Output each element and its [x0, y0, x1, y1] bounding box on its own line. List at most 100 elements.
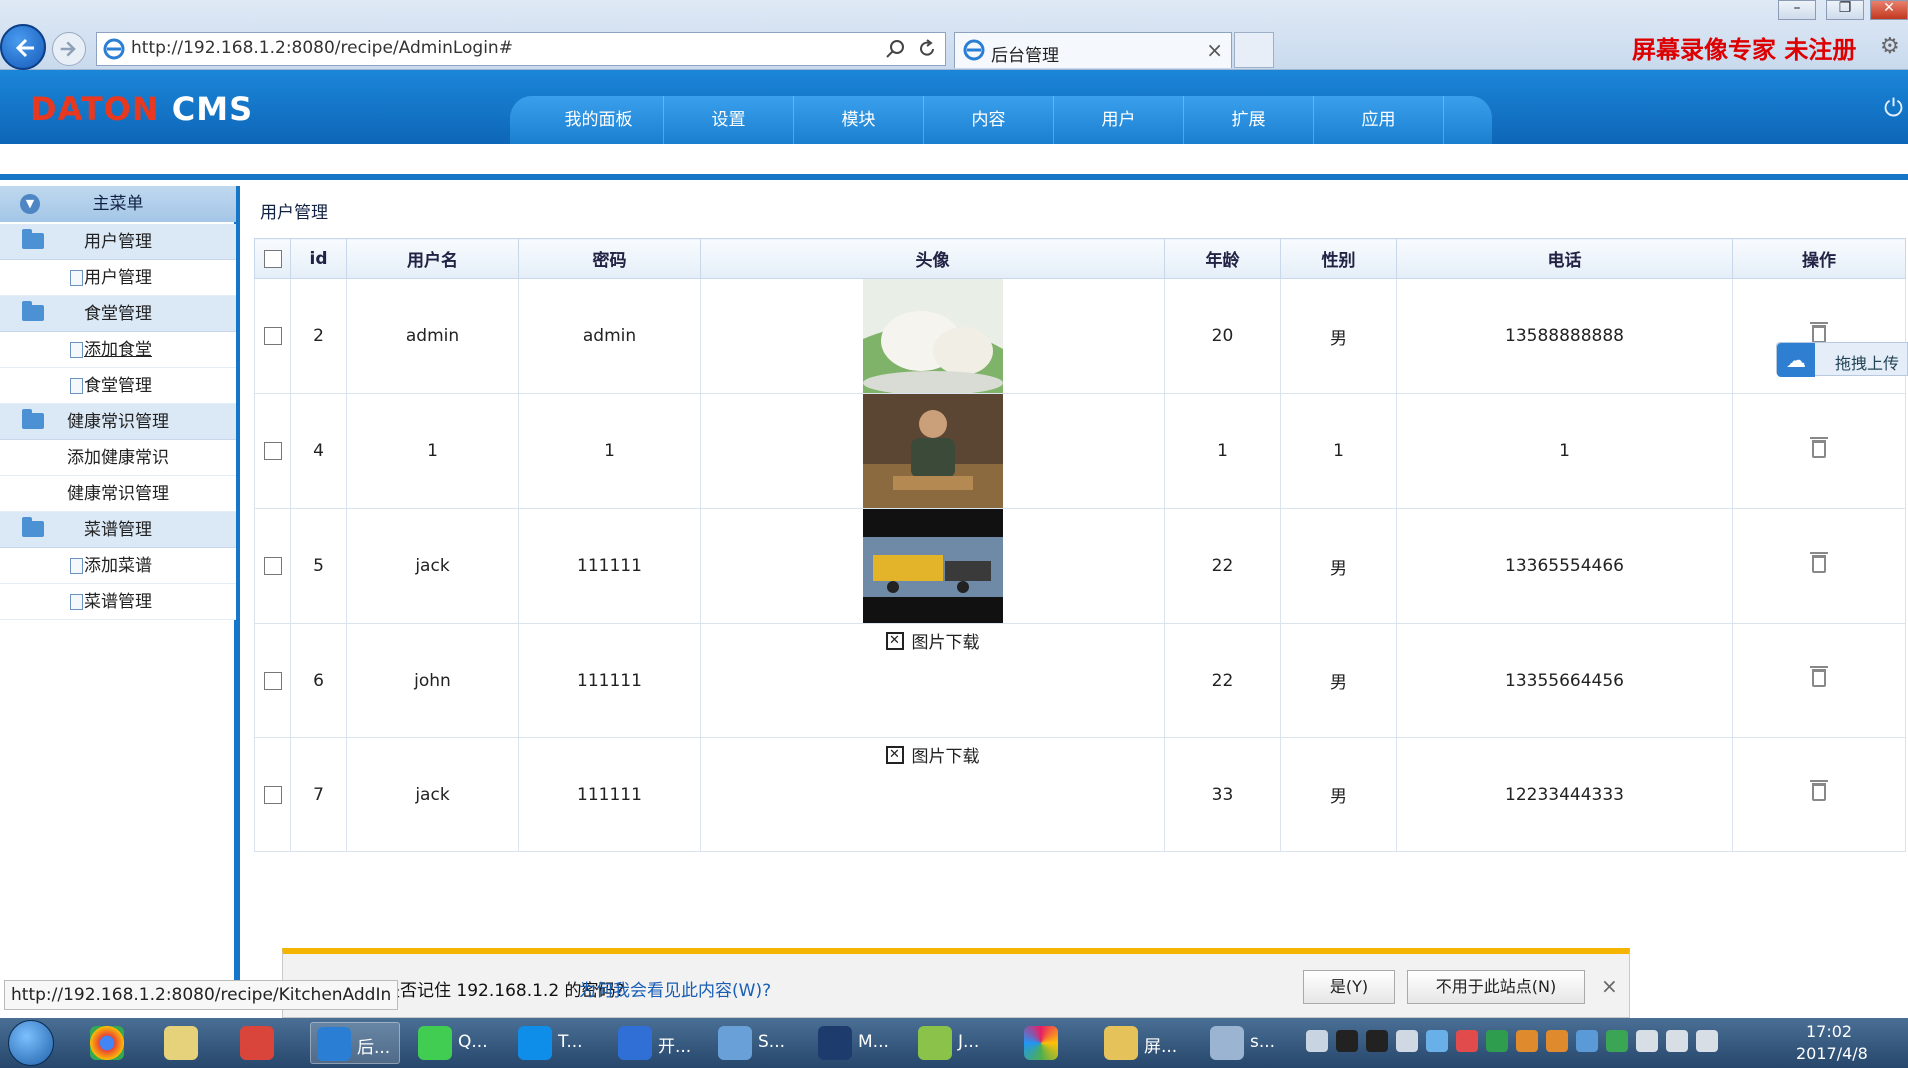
sidebar-group-health-mgmt[interactable]: 健康常识管理: [0, 404, 236, 440]
maximize-button[interactable]: ❐: [1826, 0, 1864, 20]
taskbar-pdf-tool[interactable]: [234, 1022, 290, 1064]
table-row: 2 admin admin 20 男 13588888888: [254, 278, 1906, 394]
cell-actions: [1732, 623, 1906, 738]
sidebar-group-label: 食堂管理: [84, 304, 152, 324]
row-checkbox[interactable]: [263, 442, 282, 460]
trash-icon[interactable]: [1810, 780, 1828, 801]
gear-icon[interactable]: ⚙: [1880, 34, 1900, 59]
volume-icon[interactable]: [1696, 1030, 1718, 1052]
trash-icon[interactable]: [1810, 666, 1828, 687]
row-checkbox[interactable]: [263, 327, 282, 345]
sidebar-group-user-mgmt[interactable]: 用户管理: [0, 224, 236, 260]
col-username[interactable]: 用户名: [346, 238, 519, 279]
row-checkbox[interactable]: [263, 557, 282, 575]
clock-time[interactable]: 17:02: [1806, 1022, 1852, 1041]
minimize-button[interactable]: –: [1778, 0, 1816, 20]
cell-gender: 男: [1280, 623, 1397, 738]
taskbar-app-search[interactable]: s...: [1204, 1022, 1294, 1064]
shield-icon[interactable]: [1606, 1030, 1628, 1052]
sidebar-group-recipe-mgmt[interactable]: 菜谱管理: [0, 512, 236, 548]
notes-icon[interactable]: [1396, 1030, 1418, 1052]
address-bar[interactable]: http://192.168.1.2:8080/recipe/AdminLogi…: [96, 32, 946, 66]
never-for-site-button[interactable]: 不用于此站点(N): [1407, 970, 1585, 1004]
table-row: 6 john 111111 ✕ 图片下载 22 男 13355664456: [254, 623, 1906, 738]
close-window-button[interactable]: ✕: [1870, 0, 1908, 20]
pen-icon: [164, 1026, 198, 1060]
keyboard-icon[interactable]: [1306, 1030, 1328, 1052]
app-tray-icon[interactable]: [1456, 1030, 1478, 1052]
signal-icon[interactable]: [1666, 1030, 1688, 1052]
taskbar-app-teamviewer[interactable]: T...: [512, 1022, 602, 1064]
taskbar-app-wps[interactable]: 开...: [612, 1022, 702, 1064]
col-actions[interactable]: 操作: [1732, 238, 1906, 279]
start-button[interactable]: [8, 1020, 54, 1066]
col-id[interactable]: id: [290, 238, 347, 279]
col-gender[interactable]: 性别: [1280, 238, 1397, 279]
sidebar-group-canteen-mgmt[interactable]: 食堂管理: [0, 296, 236, 332]
sidebar-item-user-mgmt[interactable]: 用户管理: [0, 260, 236, 296]
sidebar-item-add-recipe[interactable]: 添加菜谱: [0, 548, 236, 584]
taskbar-pinwheel[interactable]: [1018, 1022, 1074, 1064]
taskbar-app-qt[interactable]: Q...: [412, 1022, 502, 1064]
trash-icon[interactable]: [1810, 436, 1828, 458]
taskbar-app-ie[interactable]: 后...: [310, 1022, 400, 1064]
sidebar-main-menu[interactable]: ▼ 主菜单: [0, 186, 236, 222]
taskbar-pen-tool[interactable]: [158, 1022, 214, 1064]
back-button[interactable]: [0, 24, 46, 70]
nav-tab-modules[interactable]: 模块: [794, 96, 924, 144]
qq-icon[interactable]: [1366, 1030, 1388, 1052]
prompt-close-icon[interactable]: ×: [1601, 974, 1618, 998]
app-tray-icon[interactable]: [1546, 1030, 1568, 1052]
taskbar-app-folder[interactable]: 屏...: [1098, 1022, 1194, 1064]
remember-yes-button[interactable]: 是(Y): [1303, 970, 1395, 1004]
forward-button[interactable]: [52, 32, 86, 66]
sidebar-item-health-mgmt[interactable]: 健康常识管理: [0, 476, 236, 512]
cloud-icon[interactable]: [1576, 1030, 1598, 1052]
sidebar-item-add-health[interactable]: 添加健康常识: [0, 440, 236, 476]
app-tray-icon[interactable]: [1516, 1030, 1538, 1052]
clock-date[interactable]: 2017/4/8: [1796, 1044, 1868, 1063]
address-text[interactable]: http://192.168.1.2:8080/recipe/AdminLogi…: [131, 38, 513, 58]
col-age[interactable]: 年龄: [1164, 238, 1281, 279]
trash-icon[interactable]: [1810, 321, 1828, 343]
wps-icon: [618, 1026, 652, 1060]
row-checkbox[interactable]: [263, 785, 282, 804]
sidebar-item-canteen-mgmt[interactable]: 食堂管理: [0, 368, 236, 404]
taskbar-chrome[interactable]: [84, 1022, 140, 1064]
sidebar-main-label: 主菜单: [92, 194, 144, 214]
search-icon[interactable]: [885, 39, 905, 59]
taskbar-app-myeclipse[interactable]: M...: [812, 1022, 902, 1064]
nav-tab-extensions[interactable]: 扩展: [1184, 96, 1314, 144]
app-tray-icon[interactable]: [1486, 1030, 1508, 1052]
taskbar-app-sqlyog[interactable]: S...: [712, 1022, 802, 1064]
row-checkbox[interactable]: [263, 671, 282, 690]
sidebar-item-label: 食堂管理: [84, 376, 152, 396]
select-all-checkbox[interactable]: [263, 249, 282, 268]
power-icon[interactable]: ⏻: [1884, 94, 1903, 122]
nav-tab-settings[interactable]: 设置: [664, 96, 794, 144]
drag-upload-button[interactable]: ☁ 拖拽上传: [1776, 342, 1908, 377]
password-prompt-why-link[interactable]: 为何我会看见此内容(W)?: [579, 976, 771, 1001]
col-password[interactable]: 密码: [518, 238, 701, 279]
row-select-cell: [254, 278, 291, 394]
nav-tab-users[interactable]: 用户: [1054, 96, 1184, 144]
nav-tab-apps[interactable]: 应用: [1314, 96, 1444, 144]
taskbar-app-json[interactable]: J...: [912, 1022, 1002, 1064]
browser-tab[interactable]: 后台管理 ×: [954, 32, 1232, 68]
qq-icon[interactable]: [1336, 1030, 1358, 1052]
nav-tab-dashboard[interactable]: 我的面板: [534, 96, 664, 144]
power-plug-icon[interactable]: [1636, 1030, 1658, 1052]
tab-close-icon[interactable]: ×: [1206, 38, 1223, 62]
refresh-icon[interactable]: [917, 39, 937, 59]
cell-avatar: ✕ 图片下载: [700, 737, 1165, 852]
qt-icon: [418, 1026, 452, 1060]
broken-image-icon: ✕: [885, 745, 904, 764]
col-phone[interactable]: 电话: [1396, 238, 1733, 279]
sidebar-item-recipe-mgmt[interactable]: 菜谱管理: [0, 584, 236, 620]
sidebar-item-add-canteen[interactable]: 添加食堂: [0, 332, 236, 368]
nav-tab-content[interactable]: 内容: [924, 96, 1054, 144]
network-icon[interactable]: [1426, 1030, 1448, 1052]
new-tab-button[interactable]: [1234, 32, 1274, 68]
trash-icon[interactable]: [1810, 551, 1828, 573]
col-avatar[interactable]: 头像: [700, 238, 1165, 279]
